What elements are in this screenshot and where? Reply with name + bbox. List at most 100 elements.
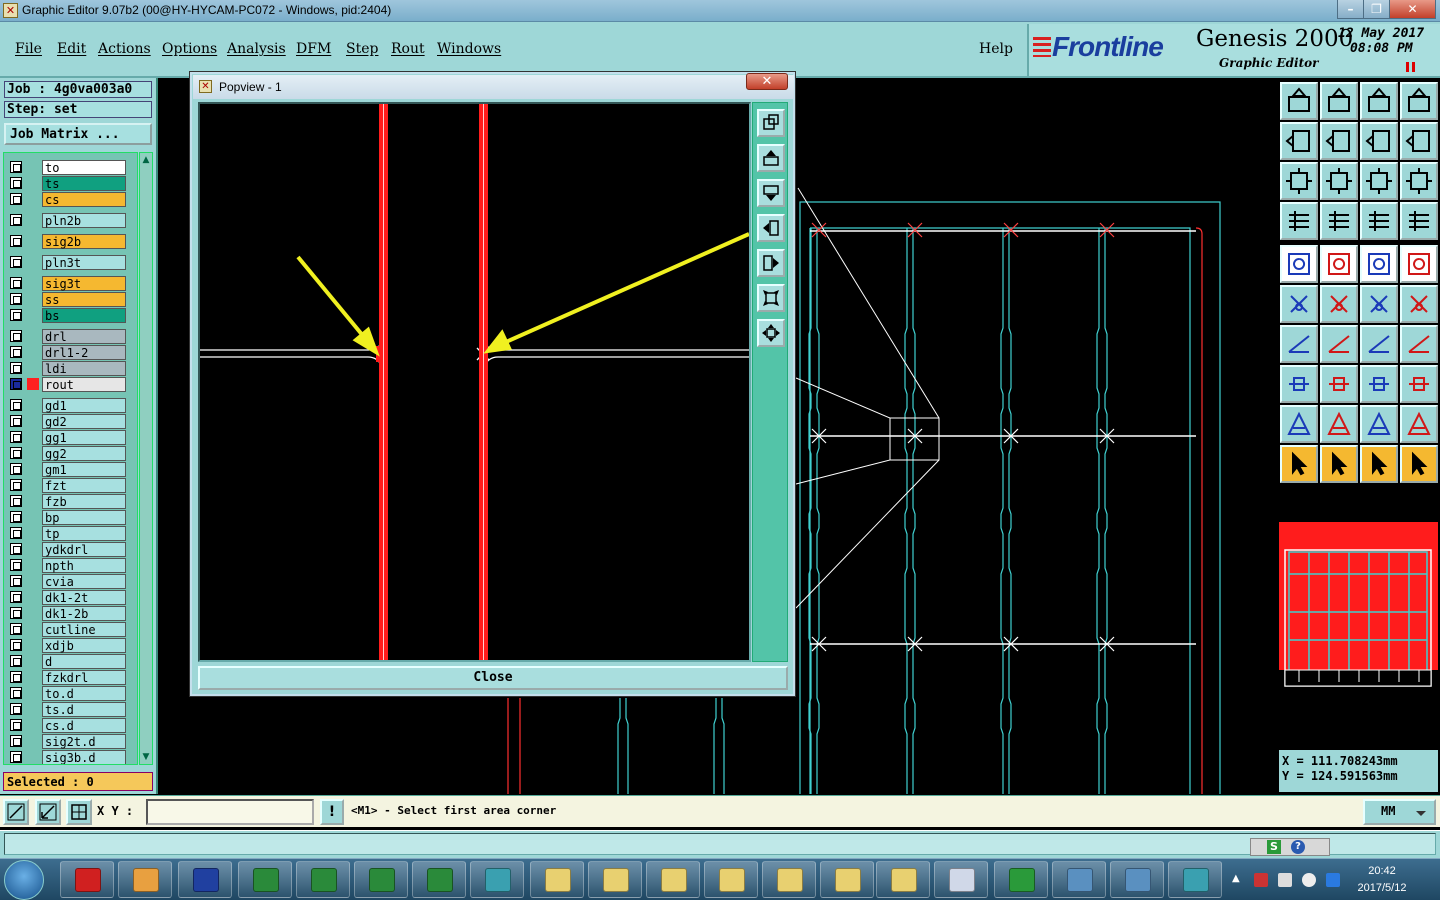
layer-name[interactable]: drl bbox=[42, 329, 126, 344]
taskbar-button[interactable] bbox=[762, 861, 816, 898]
scroll-down-icon[interactable]: ▼ bbox=[141, 752, 151, 762]
layer-name[interactable]: cutline bbox=[42, 622, 126, 637]
layer-checkbox[interactable] bbox=[10, 527, 22, 539]
popview-zoom-canvas[interactable] bbox=[198, 102, 751, 662]
taskbar-button[interactable] bbox=[1168, 861, 1222, 898]
pointer-box-icon[interactable] bbox=[1320, 445, 1358, 483]
home-icon[interactable] bbox=[1360, 82, 1398, 120]
layer-name[interactable]: pln2b bbox=[42, 213, 126, 228]
layer-name[interactable]: ss bbox=[42, 292, 126, 307]
layer-checkbox[interactable] bbox=[10, 543, 22, 555]
layer-row[interactable]: cutline bbox=[6, 622, 126, 637]
layer-row[interactable]: rout bbox=[6, 377, 126, 392]
layer-checkbox[interactable] bbox=[10, 639, 22, 651]
layer-checkbox[interactable] bbox=[10, 256, 22, 268]
taskbar-button[interactable] bbox=[1052, 861, 1106, 898]
taskbar-clock[interactable]: 20:42 2017/5/12 bbox=[1352, 863, 1412, 897]
layer-row[interactable]: tp bbox=[6, 526, 126, 541]
move-right-icon[interactable] bbox=[1320, 122, 1358, 160]
menu-step[interactable]: Step bbox=[346, 41, 378, 57]
menu-analysis[interactable]: Analysis bbox=[227, 41, 286, 57]
undo-arc-icon[interactable] bbox=[1360, 325, 1398, 363]
layer-row[interactable]: ts bbox=[6, 176, 126, 191]
zoom-fit-icon[interactable] bbox=[1280, 162, 1318, 200]
popview-titlebar[interactable]: ✕ Popview - 1 bbox=[193, 75, 794, 99]
taskbar-button[interactable] bbox=[530, 861, 584, 898]
measure-icon[interactable] bbox=[35, 799, 61, 825]
triangle-fill-icon[interactable] bbox=[1360, 405, 1398, 443]
menu-windows[interactable]: Windows bbox=[437, 41, 501, 57]
layer-name[interactable]: bs bbox=[42, 308, 126, 323]
traffic-light-icon[interactable] bbox=[1360, 202, 1398, 240]
layer-row[interactable]: dk1-2t bbox=[6, 590, 126, 605]
layer-row[interactable]: ldi bbox=[6, 361, 126, 376]
snap-icon[interactable] bbox=[3, 799, 29, 825]
layer-checkbox[interactable] bbox=[10, 671, 22, 683]
layer-name[interactable]: tp bbox=[42, 526, 126, 541]
layer-checkbox[interactable] bbox=[10, 330, 22, 342]
layer-row[interactable]: gd2 bbox=[6, 414, 126, 429]
layer-checkbox[interactable] bbox=[10, 293, 22, 305]
layer-row[interactable]: xdjb bbox=[6, 638, 126, 653]
layer-row[interactable]: gg1 bbox=[6, 430, 126, 445]
tray-volume-icon[interactable] bbox=[1302, 873, 1316, 887]
layer-checkbox[interactable] bbox=[10, 193, 22, 205]
taskbar-button[interactable] bbox=[296, 861, 350, 898]
layer-row[interactable]: sig3b.d bbox=[6, 750, 126, 764]
popview-close-icon[interactable]: ✕ bbox=[746, 73, 788, 90]
layer-checkbox[interactable] bbox=[10, 623, 22, 635]
zoom-center-icon[interactable] bbox=[1320, 162, 1358, 200]
layer-name[interactable]: ts bbox=[42, 176, 126, 191]
layer-checkbox[interactable] bbox=[10, 559, 22, 571]
layer-checkbox[interactable] bbox=[10, 346, 22, 358]
layer-checkbox[interactable] bbox=[10, 309, 22, 321]
layer-row[interactable]: ydkdrl bbox=[6, 542, 126, 557]
menu-options[interactable]: Options bbox=[162, 41, 217, 57]
layer-row[interactable]: bs bbox=[6, 308, 126, 323]
taskbar-button[interactable] bbox=[646, 861, 700, 898]
taskbar-button[interactable] bbox=[354, 861, 408, 898]
layer-scrollbar[interactable]: ▲ ▼ bbox=[139, 152, 153, 765]
layer-checkbox[interactable] bbox=[10, 687, 22, 699]
traffic-light-alt-icon[interactable] bbox=[1400, 202, 1438, 240]
angle-icon[interactable] bbox=[1280, 325, 1318, 363]
menu-file[interactable]: File bbox=[15, 41, 42, 57]
taskbar-button[interactable] bbox=[118, 861, 172, 898]
taskbar-button[interactable] bbox=[412, 861, 466, 898]
layer-row[interactable]: dk1-2b bbox=[6, 606, 126, 621]
connect-icon[interactable] bbox=[1280, 285, 1318, 323]
popview-pan-left-icon[interactable] bbox=[757, 214, 785, 242]
layer-name[interactable]: ydkdrl bbox=[42, 542, 126, 557]
layer-name[interactable]: sig2b bbox=[42, 234, 126, 249]
tray-network-icon[interactable] bbox=[1254, 873, 1268, 887]
layer-checkbox[interactable] bbox=[10, 495, 22, 507]
pause-icon[interactable] bbox=[1406, 62, 1415, 72]
layer-name[interactable]: gd1 bbox=[42, 398, 126, 413]
taskbar-button[interactable] bbox=[876, 861, 930, 898]
taskbar-button[interactable] bbox=[178, 861, 232, 898]
layer-checkbox[interactable] bbox=[10, 751, 22, 763]
layer-name[interactable]: to bbox=[42, 160, 126, 175]
taskbar-button[interactable] bbox=[470, 861, 524, 898]
layer-checkbox[interactable] bbox=[10, 703, 22, 715]
restore-button[interactable]: ❐ bbox=[1363, 0, 1390, 19]
window-icon[interactable] bbox=[1400, 82, 1438, 120]
layer-row[interactable]: npth bbox=[6, 558, 126, 573]
layer-checkbox[interactable] bbox=[10, 591, 22, 603]
tray-expand-icon[interactable]: ▲ bbox=[1232, 873, 1246, 887]
line-color-icon[interactable] bbox=[1320, 245, 1358, 283]
scroll-up-icon[interactable]: ▲ bbox=[141, 155, 151, 165]
line-icon[interactable] bbox=[1320, 365, 1358, 403]
popview-close-button[interactable]: Close bbox=[198, 666, 788, 690]
layer-name[interactable]: to.d bbox=[42, 686, 126, 701]
layers-down-icon[interactable] bbox=[1320, 82, 1358, 120]
taskbar-button[interactable] bbox=[1110, 861, 1164, 898]
layer-name[interactable]: sig3b.d bbox=[42, 750, 126, 764]
diagonal-icon[interactable] bbox=[1320, 325, 1358, 363]
layer-checkbox[interactable] bbox=[10, 431, 22, 443]
popview-zoom-icon[interactable] bbox=[757, 109, 785, 137]
units-select[interactable]: MM bbox=[1363, 799, 1436, 825]
layer-checkbox[interactable] bbox=[10, 277, 22, 289]
layer-checkbox[interactable] bbox=[10, 719, 22, 731]
scale-1-2-icon[interactable] bbox=[1360, 162, 1398, 200]
